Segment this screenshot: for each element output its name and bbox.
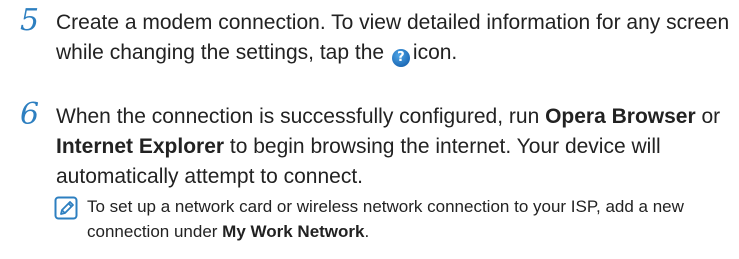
my-work-network-label: My Work Network <box>222 222 365 241</box>
step-text: Create a modem connection. To view detai… <box>56 8 736 68</box>
step-number: 6 <box>20 97 40 132</box>
step-number: 5 <box>20 3 40 38</box>
step-text: When the connection is successfully conf… <box>56 102 736 192</box>
note-text-part1: To set up a network card or wireless net… <box>87 197 684 241</box>
manual-page: 5 Create a modem connection. To view det… <box>0 0 739 259</box>
note-pencil-icon <box>54 196 78 220</box>
internet-explorer-label: Internet Explorer <box>56 135 225 158</box>
step-6-text-part1: When the connection is successfully conf… <box>56 105 546 128</box>
note-text: To set up a network card or wireless net… <box>87 194 737 244</box>
help-icon: ? <box>391 49 410 67</box>
step-5-text-after-icon: icon. <box>412 41 458 64</box>
note-text-part2: . <box>364 222 370 241</box>
step-6-text-part2: or <box>695 105 721 128</box>
opera-browser-label: Opera Browser <box>545 105 696 128</box>
